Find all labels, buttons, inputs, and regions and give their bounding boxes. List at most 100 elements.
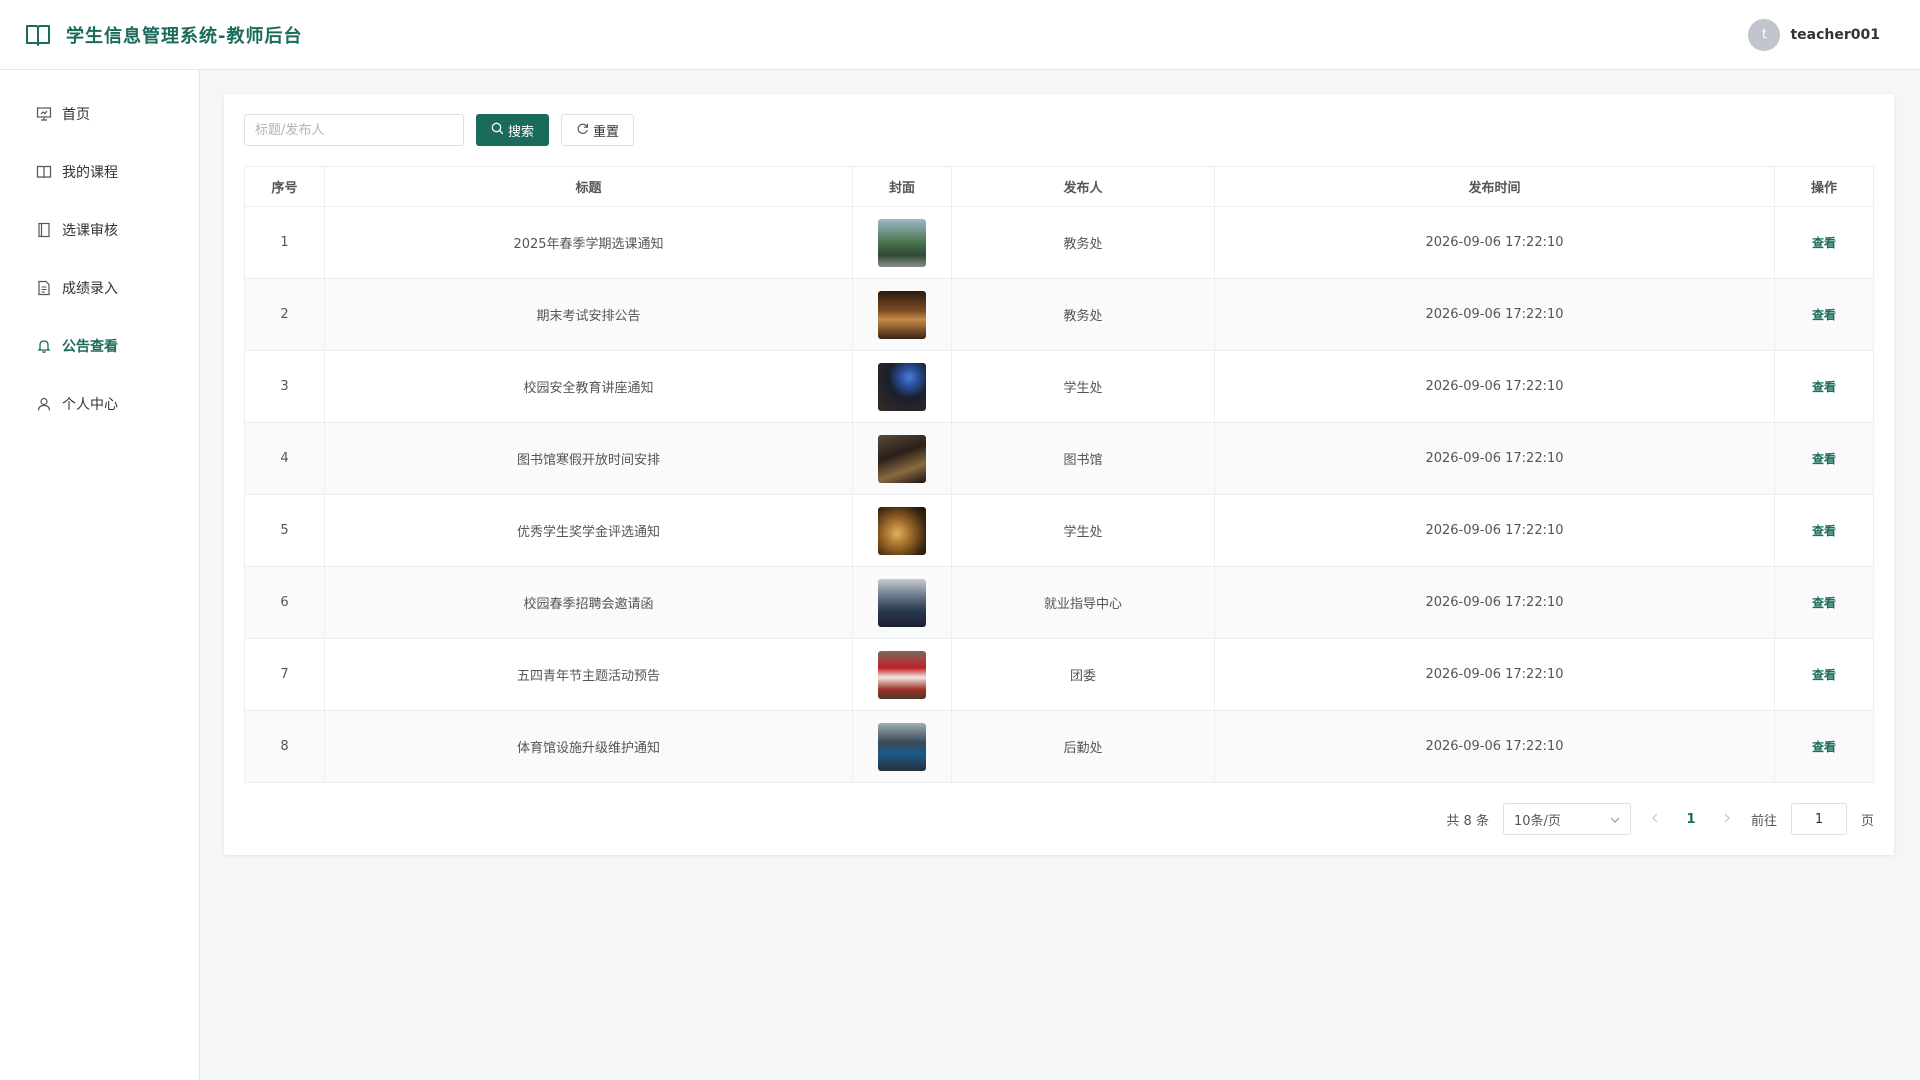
table-row: 4 图书馆寒假开放时间安排 图书馆 2026-09-06 17:22:10 查看 [244,422,1874,495]
brand: 学生信息管理系统-教师后台 [24,21,302,49]
document-icon [36,280,52,296]
sidebar-item-label: 我的课程 [62,165,118,181]
cell-title: 校园春季招聘会邀请函 [324,566,853,639]
cell-no: 1 [244,206,325,279]
app-title: 学生信息管理系统-教师后台 [66,25,303,47]
user-icon [36,396,52,412]
cell-time: 2026-09-06 17:22:10 [1214,566,1775,639]
bell-icon [36,338,52,354]
cell-action: 查看 [1774,422,1874,495]
table-row: 6 校园春季招聘会邀请函 就业指导中心 2026-09-06 17:22:10 … [244,566,1874,639]
cell-time: 2026-09-06 17:22:10 [1214,710,1775,783]
cell-time: 2026-09-06 17:22:10 [1214,638,1775,711]
chevron-left-icon [1652,813,1658,822]
column-header-no: 序号 [244,166,325,207]
cell-publisher: 后勤处 [951,710,1215,783]
cell-action: 查看 [1774,638,1874,711]
user-menu[interactable]: t teacher001 [1748,18,1880,51]
sidebar-item-my-courses[interactable]: 我的课程 [0,143,199,201]
table-row: 1 2025年春季学期选课通知 教务处 2026-09-06 17:22:10 … [244,206,1874,279]
username[interactable]: teacher001 [1790,27,1880,43]
cover-image[interactable] [878,650,926,699]
table-row: 8 体育馆设施升级维护通知 后勤处 2026-09-06 17:22:10 查看 [244,710,1874,783]
cell-time: 2026-09-06 17:22:10 [1214,422,1775,495]
view-link[interactable]: 查看 [1812,668,1836,682]
column-header-time: 发布时间 [1214,166,1775,207]
view-link[interactable]: 查看 [1812,596,1836,610]
cell-action: 查看 [1774,278,1874,351]
cell-no: 6 [244,566,325,639]
prev-page-button[interactable] [1645,812,1665,827]
cell-publisher: 团委 [951,638,1215,711]
sidebar-item-label: 成绩录入 [62,281,118,297]
cell-publisher: 图书馆 [951,422,1215,495]
view-link[interactable]: 查看 [1812,380,1836,394]
cell-cover [852,638,952,711]
view-link[interactable]: 查看 [1812,524,1836,538]
table-row: 2 期末考试安排公告 教务处 2026-09-06 17:22:10 查看 [244,278,1874,351]
view-link[interactable]: 查看 [1812,308,1836,322]
reset-button[interactable]: 重置 [561,114,635,146]
avatar[interactable]: t [1748,18,1781,51]
cell-title: 期末考试安排公告 [324,278,853,351]
cell-title: 图书馆寒假开放时间安排 [324,422,853,495]
cell-action: 查看 [1774,566,1874,639]
main-content: 搜索 重置 序号 标题 封面 发布人 发布时间 操作 [200,70,1920,1080]
cover-image[interactable] [878,506,926,555]
cell-time: 2026-09-06 17:22:10 [1214,350,1775,423]
cell-time: 2026-09-06 17:22:10 [1214,206,1775,279]
table-row: 3 校园安全教育讲座通知 学生处 2026-09-06 17:22:10 查看 [244,350,1874,423]
view-link[interactable]: 查看 [1812,452,1836,466]
sidebar-item-course-review[interactable]: 选课审核 [0,201,199,259]
sidebar-item-label: 公告查看 [62,339,118,355]
view-link[interactable]: 查看 [1812,740,1836,754]
cell-cover [852,278,952,351]
cell-title: 优秀学生奖学金评选通知 [324,494,853,567]
sidebar-item-grade-entry[interactable]: 成绩录入 [0,259,199,317]
presentation-icon [36,106,52,122]
page-number-current[interactable]: 1 [1679,812,1703,827]
table-header-row: 序号 标题 封面 发布人 发布时间 操作 [244,166,1874,207]
cover-image[interactable] [878,434,926,483]
search-input[interactable] [244,114,464,146]
chevron-right-icon [1724,813,1730,822]
cover-image[interactable] [878,362,926,411]
notebook-icon [36,222,52,238]
column-header-title: 标题 [324,166,853,207]
cell-publisher: 教务处 [951,278,1215,351]
sidebar-item-label: 首页 [62,107,90,123]
column-header-cover: 封面 [852,166,952,207]
sidebar-item-announcements[interactable]: 公告查看 [0,317,199,375]
reset-button-label: 重置 [593,124,620,140]
cell-cover [852,350,952,423]
open-book-icon [24,21,52,49]
cover-image[interactable] [878,722,926,771]
cover-image[interactable] [878,578,926,627]
cell-no: 4 [244,422,325,495]
table-row: 7 五四青年节主题活动预告 团委 2026-09-06 17:22:10 查看 [244,638,1874,711]
cover-image[interactable] [878,290,926,339]
cell-no: 5 [244,494,325,567]
cell-no: 7 [244,638,325,711]
page-size-value: 10条/页 [1513,813,1561,829]
cell-cover [852,710,952,783]
cell-time: 2026-09-06 17:22:10 [1214,278,1775,351]
cell-publisher: 学生处 [951,494,1215,567]
cover-image[interactable] [878,218,926,267]
page-size-select[interactable]: 10条/页 [1502,803,1631,835]
cell-action: 查看 [1774,710,1874,783]
cell-action: 查看 [1774,206,1874,279]
cell-publisher: 教务处 [951,206,1215,279]
goto-page-input[interactable] [1790,803,1847,835]
page-suffix: 页 [1860,813,1874,829]
next-page-button[interactable] [1717,812,1737,827]
column-header-publisher: 发布人 [951,166,1215,207]
announcement-card: 搜索 重置 序号 标题 封面 发布人 发布时间 操作 [224,94,1894,855]
search-button[interactable]: 搜索 [476,114,550,146]
sidebar-item-profile[interactable]: 个人中心 [0,375,199,433]
view-link[interactable]: 查看 [1812,236,1836,250]
sidebar-item-home[interactable]: 首页 [0,85,199,143]
cell-action: 查看 [1774,494,1874,567]
cell-cover [852,566,952,639]
sidebar-item-label: 个人中心 [62,397,118,413]
